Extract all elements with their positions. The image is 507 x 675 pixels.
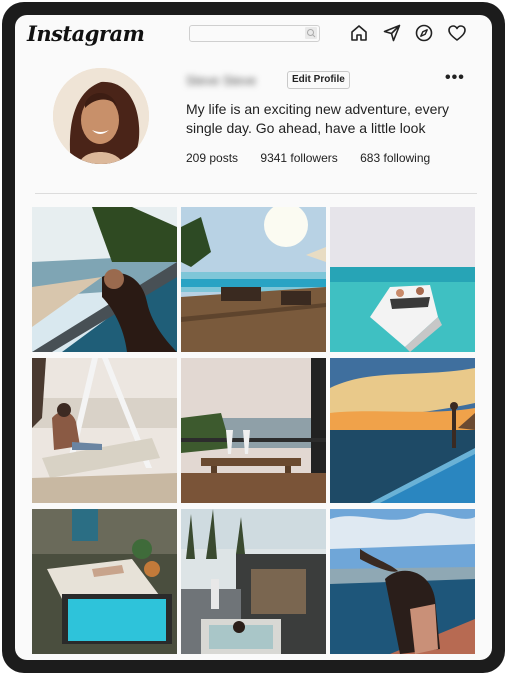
post-image xyxy=(181,207,326,352)
app-screen: Instagram Steve Steve Edit Profile ••• M… xyxy=(15,15,492,660)
post-thumbnail[interactable] xyxy=(330,358,475,503)
post-image xyxy=(32,358,177,503)
explore-icon[interactable] xyxy=(414,23,434,43)
more-options-icon[interactable]: ••• xyxy=(445,70,465,86)
post-thumbnail[interactable] xyxy=(181,358,326,503)
profile-avatar[interactable] xyxy=(53,68,149,164)
home-icon[interactable] xyxy=(349,23,369,43)
post-thumbnail[interactable] xyxy=(32,358,177,503)
profile-username: Steve Steve xyxy=(186,73,257,88)
search-input[interactable] xyxy=(189,25,320,42)
post-image xyxy=(181,509,326,654)
post-image xyxy=(32,207,177,352)
profile-bio: My life is an exciting new adventure, ev… xyxy=(186,101,450,136)
top-navigation: Instagram xyxy=(15,15,492,55)
following-count[interactable]: 683 following xyxy=(360,151,430,165)
post-image xyxy=(32,509,177,654)
post-image xyxy=(330,509,475,654)
post-image xyxy=(181,358,326,503)
post-image xyxy=(330,207,475,352)
post-thumbnail[interactable] xyxy=(330,509,475,654)
heart-icon[interactable] xyxy=(447,23,467,43)
avatar-photo xyxy=(53,68,149,164)
edit-profile-button[interactable]: Edit Profile xyxy=(287,71,350,89)
post-thumbnail[interactable] xyxy=(181,207,326,352)
instagram-logo[interactable]: Instagram xyxy=(27,21,145,46)
send-icon[interactable] xyxy=(382,23,402,43)
device-frame: Instagram Steve Steve Edit Profile ••• M… xyxy=(2,2,505,673)
post-thumbnail[interactable] xyxy=(32,207,177,352)
post-thumbnail[interactable] xyxy=(330,207,475,352)
search-icon xyxy=(305,27,317,39)
divider xyxy=(35,193,477,194)
post-image xyxy=(330,358,475,503)
post-thumbnail[interactable] xyxy=(32,509,177,654)
profile-stats: 209 posts 9341 followers 683 following xyxy=(186,151,449,165)
post-thumbnail[interactable] xyxy=(181,509,326,654)
posts-count[interactable]: 209 posts xyxy=(186,151,238,165)
followers-count[interactable]: 9341 followers xyxy=(260,151,337,165)
